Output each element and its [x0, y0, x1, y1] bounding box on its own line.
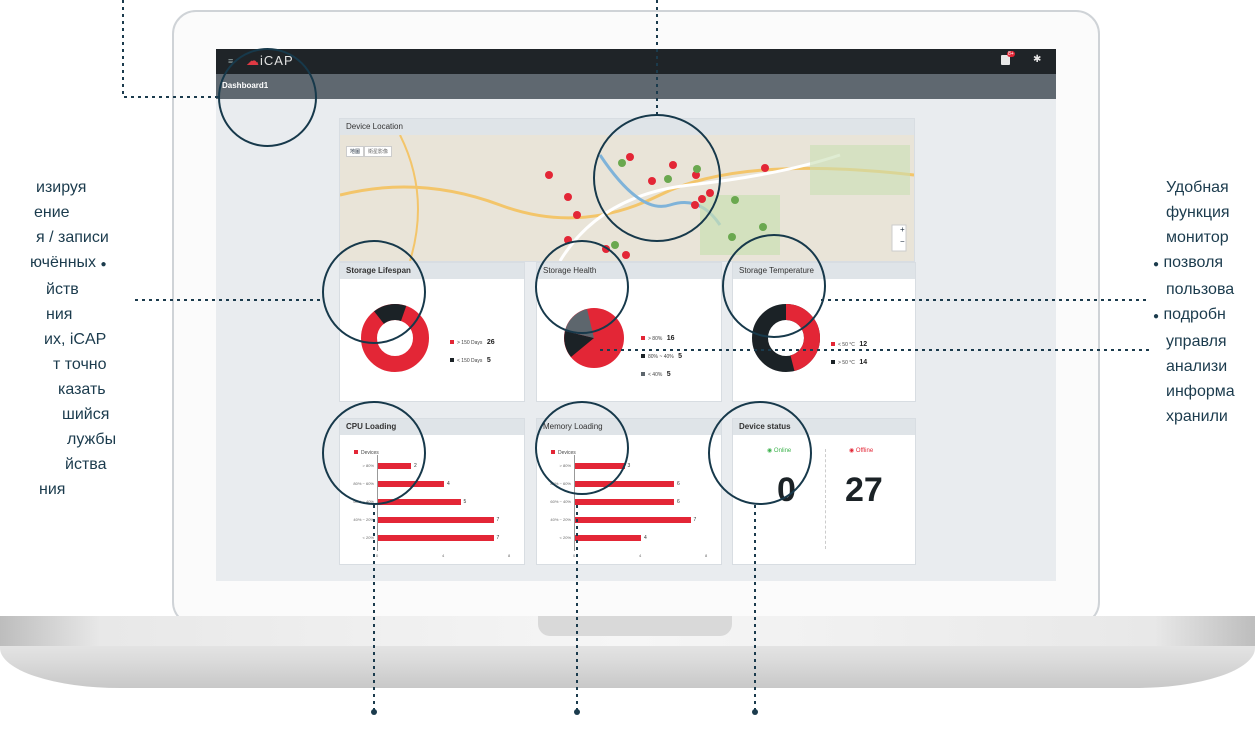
offline-count: 27	[845, 471, 883, 509]
highlight-circle	[708, 401, 812, 505]
highlight-circle	[722, 234, 826, 338]
legend-item: < 50 °C 12	[831, 333, 915, 351]
legend-item: < 150 Days 5	[450, 349, 524, 367]
y-tick-label: 60% ~ 40%	[550, 499, 571, 504]
right-annotation: Удобная функция монитор ● позволя пользо…	[1145, 175, 1255, 429]
bar-value-label: 6	[677, 499, 680, 505]
bar	[575, 499, 674, 505]
highlight-circle	[535, 401, 629, 495]
y-tick-label: < 20%	[362, 535, 374, 540]
left-line: йства	[65, 456, 107, 473]
x-tick-label: 8	[705, 553, 708, 558]
bar-value-label: 7	[496, 535, 500, 541]
right-line: Удобная	[1166, 179, 1229, 196]
right-line: ● позволя	[1153, 254, 1224, 271]
bar-value-label: 4	[644, 535, 647, 541]
map-type-button[interactable]: 地圖	[346, 146, 365, 157]
zoom-in-button[interactable]: +	[900, 225, 905, 234]
bar	[378, 517, 494, 523]
y-tick-label: 40% ~ 20%	[353, 517, 374, 522]
settings-gear-icon[interactable]: ✱	[1033, 54, 1041, 65]
highlight-circle	[535, 240, 629, 334]
highlight-circle	[322, 240, 426, 344]
bar-value-label: 6	[677, 481, 680, 487]
left-line: я / записи	[36, 229, 109, 246]
left-line: казать	[58, 381, 106, 398]
left-line: ния	[39, 481, 66, 498]
bar-value-label: 7	[693, 517, 697, 523]
bar	[575, 535, 641, 541]
right-line: управля	[1166, 333, 1227, 350]
left-line: ение	[34, 204, 70, 221]
legend-item: < 40% 5	[641, 363, 721, 381]
x-tick-label: 0	[573, 553, 576, 558]
y-tick-label: 40% ~ 20%	[550, 517, 571, 522]
right-line: пользова	[1166, 281, 1235, 298]
x-tick-label: 8	[508, 553, 511, 558]
right-line: анализи	[1166, 358, 1228, 375]
offline-dot-icon: ◉	[849, 448, 855, 454]
top-bar: ≡ ☁iCAP 8+ ✱	[216, 49, 1056, 74]
left-annotation: изируя ение я / записи ючённых ● йств ни…	[0, 175, 130, 502]
laptop-notch	[538, 616, 732, 636]
right-line: ● подробн	[1153, 306, 1226, 323]
bar-value-label: 5	[463, 499, 467, 505]
highlight-circle	[322, 401, 426, 505]
satellite-type-button[interactable]: 衛星影像	[364, 146, 393, 157]
left-line: шийся	[62, 406, 110, 423]
x-tick-label: 4	[442, 553, 445, 558]
health-legend: > 80% 16 80% ~ 40% 5 < 40% 5	[641, 327, 721, 381]
legend-item: > 150 Days 26	[450, 331, 524, 349]
bar-value-label: 4	[447, 481, 450, 487]
legend-item: > 50 °C 14	[831, 351, 915, 369]
right-line: хранили	[1166, 408, 1228, 425]
left-line: т точно	[53, 356, 107, 373]
right-line: функция	[1166, 204, 1230, 221]
legend-item: 80% ~ 40% 5	[641, 345, 721, 363]
bar-value-label: 3	[627, 463, 631, 469]
left-line: их, iCAP	[44, 331, 107, 348]
y-tick-label: < 20%	[559, 535, 571, 540]
x-tick-label: 4	[639, 553, 642, 558]
left-line: изируя	[36, 179, 87, 196]
zoom-out-button[interactable]: −	[900, 237, 905, 246]
bar	[378, 535, 494, 541]
bar	[575, 517, 691, 523]
temperature-legend: < 50 °C 12 > 50 °C 14	[831, 333, 915, 369]
left-line: йств	[46, 281, 79, 298]
x-tick-label: 0	[376, 553, 379, 558]
legend-item: > 80% 16	[641, 327, 721, 345]
left-line: ючённых ●	[30, 254, 107, 271]
offline-indicator: ◉ Offline	[849, 448, 874, 454]
lifespan-legend: > 150 Days 26 < 150 Days 5	[450, 331, 524, 367]
right-line: информа	[1166, 383, 1235, 400]
highlight-circle	[593, 114, 721, 242]
right-line: монитор	[1166, 229, 1229, 246]
left-line: лужбы	[67, 431, 117, 448]
notification-badge: 8+	[1007, 51, 1015, 57]
highlight-circle	[218, 48, 317, 147]
bar-value-label: 7	[496, 517, 500, 523]
left-line: ния	[46, 306, 73, 323]
breadcrumb-bar: Dashboard1	[216, 74, 1056, 99]
divider	[825, 449, 826, 549]
